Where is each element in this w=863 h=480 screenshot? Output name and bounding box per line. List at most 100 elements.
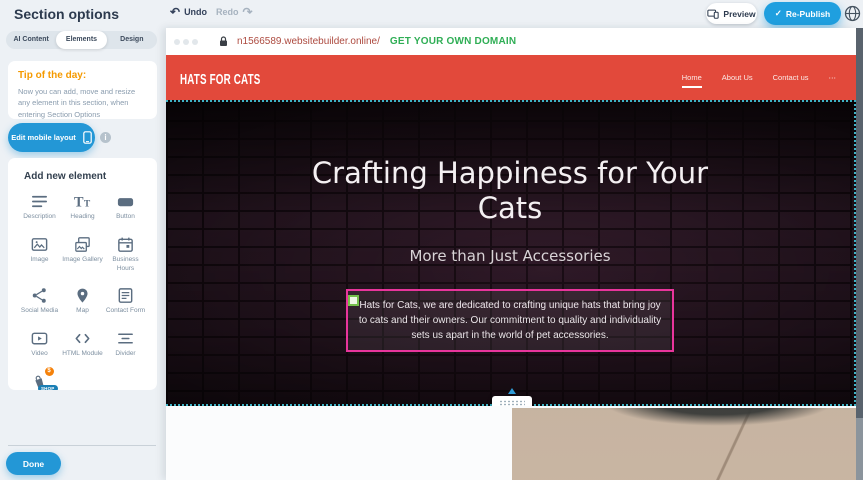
- element-label: Image: [30, 256, 48, 265]
- phone-icon: [83, 131, 92, 144]
- element-product-gallery[interactable]: SHOP $ Product Gallery: [18, 372, 61, 390]
- globe-icon: [844, 5, 861, 22]
- redo-icon: ↷: [243, 7, 253, 17]
- edit-mobile-label: Edit mobile layout: [11, 133, 76, 142]
- preview-button[interactable]: Preview: [706, 3, 757, 24]
- contact-form-icon: [116, 286, 135, 305]
- resize-arrow-up-icon: [508, 388, 516, 394]
- hero-section[interactable]: Crafting Happiness for Your Cats More th…: [166, 100, 856, 406]
- tip-heading: Tip of the day:: [18, 70, 147, 81]
- done-label: Done: [23, 459, 44, 469]
- shop-badge: SHOP: [38, 385, 58, 390]
- element-grid: Description T T Heading Button: [8, 192, 157, 390]
- hero-paragraph-text: Hats for Cats, we are dedicated to craft…: [359, 300, 661, 341]
- button-icon: [116, 192, 135, 211]
- element-map[interactable]: Map: [61, 286, 104, 316]
- site-logo[interactable]: HATS FOR CATS: [180, 71, 260, 88]
- element-label: Map: [76, 307, 89, 316]
- svg-text:T: T: [84, 199, 91, 209]
- element-label: Video: [31, 350, 48, 359]
- video-icon: [30, 329, 49, 348]
- sidebar: AI Content Elements Design Tip of the da…: [0, 28, 166, 480]
- check-icon: ✓: [775, 8, 782, 19]
- element-divider[interactable]: Divider: [104, 329, 147, 359]
- get-domain-link[interactable]: GET YOUR OWN DOMAIN: [390, 36, 516, 47]
- element-label: Contact Form: [106, 307, 145, 316]
- browser-dot: [174, 39, 180, 45]
- nav-item-home[interactable]: Home: [682, 73, 702, 88]
- undo-label: Undo: [184, 7, 207, 17]
- element-label: Social Media: [21, 307, 58, 316]
- element-button[interactable]: Button: [104, 192, 147, 222]
- element-business-hours[interactable]: Business Hours: [104, 235, 147, 274]
- element-drag-handle[interactable]: [348, 295, 359, 306]
- business-hours-icon: [116, 235, 135, 254]
- map-icon: [73, 286, 92, 305]
- element-label: Description: [23, 213, 56, 222]
- tab-elements[interactable]: Elements: [56, 31, 106, 49]
- social-media-icon: [30, 286, 49, 305]
- element-social-media[interactable]: Social Media: [18, 286, 61, 316]
- element-label: Button: [116, 213, 135, 222]
- info-icon[interactable]: i: [100, 132, 111, 143]
- sidebar-divider: [8, 445, 156, 446]
- element-label: Business Hours: [104, 256, 147, 274]
- element-description[interactable]: Description: [18, 192, 61, 222]
- element-html-module[interactable]: HTML Module: [61, 329, 104, 359]
- language-globe-button[interactable]: [844, 5, 861, 22]
- description-icon: [30, 192, 49, 211]
- nav-item-contact[interactable]: Contact us: [773, 73, 809, 82]
- notification-badge: $: [45, 367, 54, 376]
- republish-button[interactable]: ✓ Re-Publish: [764, 2, 841, 25]
- hero-paragraph[interactable]: Hats for Cats, we are dedicated to craft…: [346, 289, 674, 352]
- tab-design[interactable]: Design: [107, 31, 157, 49]
- element-video[interactable]: Video: [18, 329, 61, 359]
- resize-grip-dots: [499, 400, 525, 406]
- browser-dot: [183, 39, 189, 45]
- element-image-gallery[interactable]: Image Gallery: [61, 235, 104, 274]
- site-nav: Home About Us Contact us ⋯: [682, 55, 836, 100]
- topbar: Section options ↶ Undo Redo ↷ Preview ✓ …: [0, 0, 863, 28]
- tab-ai-content[interactable]: AI Content: [6, 31, 56, 49]
- product-gallery-icon: SHOP $: [30, 372, 50, 390]
- undo-button[interactable]: ↶ Undo: [170, 7, 207, 17]
- browser-bar: n1566589.websitebuilder.online/ GET YOUR…: [166, 28, 856, 55]
- image-icon: [30, 235, 49, 254]
- lock-icon: [219, 36, 228, 47]
- nav-more-icon[interactable]: ⋯: [829, 73, 837, 82]
- element-label: HTML Module: [62, 350, 103, 359]
- element-label: Image Gallery: [62, 256, 102, 265]
- done-button[interactable]: Done: [6, 452, 61, 475]
- divider-icon: [116, 329, 135, 348]
- hero-heading[interactable]: Crafting Happiness for Your Cats: [295, 156, 725, 227]
- html-module-icon: [73, 329, 92, 348]
- hero-content: Crafting Happiness for Your Cats More th…: [166, 102, 854, 352]
- image-gallery-icon: [73, 235, 92, 254]
- preview-label: Preview: [723, 9, 755, 19]
- site-canvas: n1566589.websitebuilder.online/ GET YOUR…: [166, 28, 856, 480]
- sidebar-tabbar: AI Content Elements Design: [6, 31, 157, 49]
- page-title: Section options: [14, 6, 119, 22]
- devices-icon: [707, 9, 719, 19]
- element-image[interactable]: Image: [18, 235, 61, 274]
- undo-icon: ↶: [170, 7, 180, 17]
- edit-mobile-layout-button[interactable]: Edit mobile layout: [8, 123, 95, 152]
- element-contact-form[interactable]: Contact Form: [104, 286, 147, 316]
- next-section-image[interactable]: [512, 408, 856, 480]
- element-label: Heading: [70, 213, 94, 222]
- app-window: Section options ↶ Undo Redo ↷ Preview ✓ …: [0, 0, 863, 480]
- heading-icon: T T: [73, 192, 92, 211]
- site-header: HATS FOR CATS Home About Us Contact us ⋯: [166, 55, 856, 100]
- nav-item-about[interactable]: About Us: [722, 73, 753, 82]
- canvas-scrollbar[interactable]: [856, 28, 863, 480]
- redo-label: Redo: [216, 7, 239, 17]
- element-heading[interactable]: T T Heading: [61, 192, 104, 222]
- element-label: Divider: [115, 350, 135, 359]
- redo-button[interactable]: Redo ↷: [216, 7, 253, 17]
- hero-subheading[interactable]: More than Just Accessories: [409, 247, 610, 265]
- tip-body: Now you can add, move and resize any ele…: [18, 86, 147, 120]
- next-section[interactable]: [166, 406, 856, 480]
- scrollbar-thumb[interactable]: [856, 28, 863, 418]
- add-element-title: Add new element: [24, 171, 157, 182]
- tip-of-the-day-card: Tip of the day: Now you can add, move an…: [8, 61, 157, 119]
